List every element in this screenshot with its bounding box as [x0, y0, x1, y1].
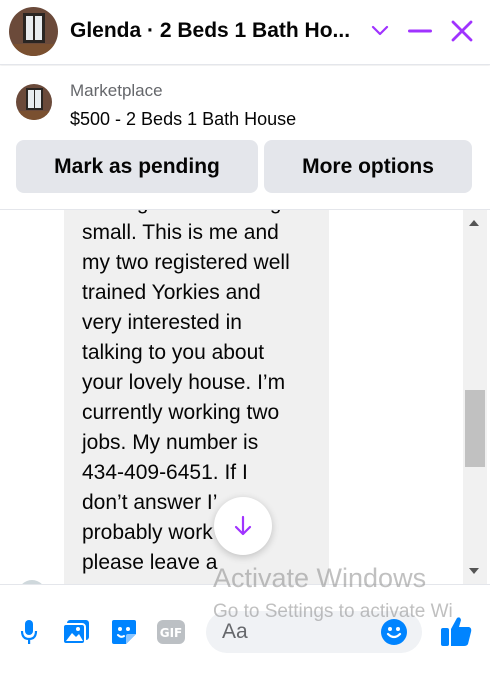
message-composer: GIF Aa — [0, 584, 490, 673]
avatar-window-pane — [26, 16, 33, 40]
activate-windows-subtext: Go to Settings to activate Wi — [213, 601, 453, 622]
mark-as-pending-button[interactable]: Mark as pending — [16, 140, 258, 193]
scrollbar-thumb[interactable] — [465, 390, 485, 467]
message-text: looking for something small. This is me … — [82, 210, 290, 574]
close-icon[interactable] — [445, 14, 479, 48]
minimize-icon[interactable] — [403, 14, 437, 48]
listing-title[interactable]: $500 - 2 Beds 1 Bath House — [70, 109, 296, 130]
listing-thumbnail[interactable] — [16, 84, 52, 120]
photo-icon[interactable] — [61, 617, 91, 647]
contact-avatar[interactable] — [9, 7, 58, 56]
marketplace-listing-card: Marketplace $500 - 2 Beds 1 Bath House M… — [0, 66, 490, 210]
avatar-window-pane — [35, 16, 42, 40]
thumbnail-floor — [16, 111, 52, 120]
gif-label: GIF — [160, 626, 183, 640]
message-input-placeholder: Aa — [222, 620, 248, 643]
chevron-down-icon[interactable] — [363, 14, 397, 48]
avatar-floor — [9, 44, 58, 56]
scroll-to-bottom-button[interactable] — [214, 497, 272, 555]
more-options-button[interactable]: More options — [264, 140, 472, 193]
arrow-down-icon — [234, 515, 252, 536]
thumbnail-window-pane — [35, 90, 41, 108]
microphone-icon[interactable] — [14, 617, 44, 647]
thumbnail-window-pane — [28, 90, 34, 108]
scroll-down-arrow-icon[interactable] — [469, 568, 479, 574]
message-bubble: looking for something small. This is me … — [64, 210, 329, 584]
sticker-icon[interactable] — [109, 617, 139, 647]
scrollbar[interactable] — [463, 210, 487, 584]
conversation-title[interactable]: Glenda · 2 Beds 1 Bath Ho... — [70, 19, 350, 43]
marketplace-label: Marketplace — [70, 81, 163, 100]
gif-icon[interactable]: GIF — [156, 617, 186, 647]
message-thread[interactable]: looking for something small. This is me … — [0, 210, 490, 584]
chat-header: Glenda · 2 Beds 1 Bath Ho... — [0, 0, 490, 65]
scroll-up-arrow-icon[interactable] — [469, 220, 479, 226]
activate-windows-watermark: Activate Windows — [213, 563, 427, 593]
